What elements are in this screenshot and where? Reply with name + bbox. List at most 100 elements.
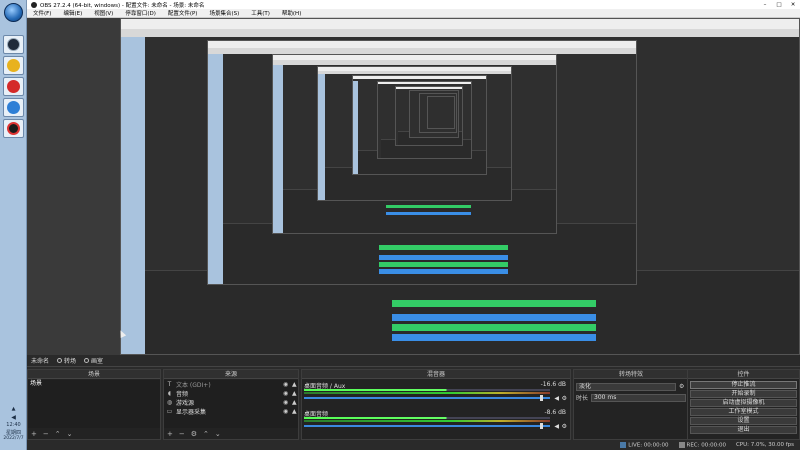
move-up-button[interactable]: ⌃ <box>55 430 61 438</box>
clock-date: 2022/7/7 <box>3 436 24 441</box>
start-virtual-camera-button[interactable]: 启动虚拟摄像机 <box>690 399 797 407</box>
source-settings-gear-icon[interactable]: ⚙ <box>191 430 197 438</box>
source-item[interactable]: ▭ 显示器采集 ◉ ▲ <box>164 407 298 416</box>
scenes-panel: 场景 场景 + − ⌃ ⌄ <box>27 369 161 440</box>
add-scene-button[interactable]: + <box>31 430 37 438</box>
scene-item[interactable]: 场景 <box>28 380 160 388</box>
mixer-channel: 桌面音频 / Aux -16.6 dB ◀ ⚙ <box>304 381 568 407</box>
preview-canvas[interactable] <box>27 18 800 355</box>
stop-streaming-button[interactable]: 停止推流 <box>690 381 797 389</box>
menu-help[interactable]: 帮助(H) <box>276 9 307 17</box>
source-item[interactable]: T 文本 (GDI+) ◉ ▲ <box>164 380 298 389</box>
lock-icon[interactable]: ▲ <box>292 399 298 406</box>
volume-meter <box>304 420 550 422</box>
eye-icon[interactable]: ◉ <box>283 381 289 388</box>
studio-toggle[interactable]: 画室 <box>84 356 103 365</box>
move-down-button[interactable]: ⌄ <box>215 430 221 438</box>
gamepad-icon: ◍ <box>166 399 173 406</box>
audio-icon: ◖ <box>167 390 172 397</box>
eye-icon[interactable]: ◉ <box>283 408 289 415</box>
move-down-button[interactable]: ⌄ <box>67 430 73 438</box>
menu-scene-collection[interactable]: 场景集合(S) <box>203 9 245 17</box>
settings-button[interactable]: 设置 <box>690 417 797 425</box>
rec-status: REC: 00:00:00 <box>678 441 726 448</box>
menu-docks[interactable]: 停靠窗口(D) <box>119 9 162 17</box>
volume-slider[interactable] <box>304 397 550 399</box>
volume-slider[interactable] <box>304 425 550 427</box>
add-source-button[interactable]: + <box>167 430 173 438</box>
system-tray: ▲ ◀ 12:40 星期四 2022/7/7 <box>0 392 27 450</box>
tray-expand-icon[interactable]: ▲ <box>0 406 27 412</box>
volume-meter <box>304 392 550 394</box>
status-bar: LIVE: 00:00:00 REC: 00:00:00 CPU: 7.0%, … <box>27 440 800 450</box>
menu-profile[interactable]: 配置文件(P) <box>162 9 204 17</box>
nested-preview <box>427 96 455 129</box>
scene-dock-bar: 未命名 转场 画室 <box>27 355 800 367</box>
volume-meter <box>304 389 550 391</box>
speaker-icon[interactable]: ◀ <box>554 395 559 402</box>
netease-music-icon[interactable] <box>3 77 24 96</box>
lock-icon[interactable]: ▲ <box>292 390 298 397</box>
eye-icon[interactable]: ◉ <box>283 390 289 397</box>
volume-slider-knob[interactable] <box>540 395 543 401</box>
start-button[interactable] <box>4 3 23 22</box>
transitions-panel: 转场特效 淡化 ⚙ 时长 300 ms <box>573 369 689 440</box>
source-item[interactable]: ◖ 音频 ◉ ▲ <box>164 389 298 398</box>
menu-file[interactable]: 文件(F) <box>27 9 57 17</box>
remove-source-button[interactable]: − <box>179 430 185 438</box>
minimize-button[interactable]: – <box>758 2 772 8</box>
maximize-button[interactable]: □ <box>772 2 786 8</box>
baidu-icon[interactable] <box>3 56 24 75</box>
lock-icon[interactable]: ▲ <box>292 408 298 415</box>
mixer-channel: 桌面音频 -8.6 dB ◀ ⚙ <box>304 409 568 435</box>
lock-icon[interactable]: ▲ <box>292 381 298 388</box>
obs-icon[interactable] <box>3 35 24 54</box>
windows-taskbar: ▲ ◀ 12:40 星期四 2022/7/7 <box>0 0 27 450</box>
remove-scene-button[interactable]: − <box>43 430 49 438</box>
mixer-header: 混音器 <box>302 370 570 379</box>
window-title: OBS 27.2.4 (64-bit, windows) - 配置文件: 未命名… <box>40 2 205 9</box>
duration-label: 时长 <box>576 395 589 402</box>
move-up-button[interactable]: ⌃ <box>203 430 209 438</box>
transition-settings-gear-icon[interactable]: ⚙ <box>679 383 686 390</box>
current-scene-name: 未命名 <box>31 358 50 365</box>
gear-icon[interactable]: ⚙ <box>562 395 567 402</box>
cloud-icon[interactable] <box>3 98 24 117</box>
menu-edit[interactable]: 编辑(E) <box>57 9 88 17</box>
duration-input[interactable]: 300 ms <box>591 393 686 402</box>
display-icon: ▭ <box>166 408 173 415</box>
channel-db: -16.6 dB <box>540 381 566 388</box>
volume-slider-knob[interactable] <box>540 423 543 429</box>
text-icon: T <box>167 381 172 388</box>
obs-window: OBS 27.2.4 (64-bit, windows) - 配置文件: 未命名… <box>27 0 800 450</box>
filter-icon <box>84 358 90 363</box>
clock-time[interactable]: 12:40 <box>0 422 27 428</box>
obs-logo-icon <box>31 1 37 8</box>
speaker-icon[interactable]: ◀ <box>554 423 559 430</box>
exit-button[interactable]: 退出 <box>690 426 797 434</box>
studio-mode-button[interactable]: 工作室模式 <box>690 408 797 416</box>
live-icon <box>620 441 627 448</box>
controls-header: 控件 <box>688 370 799 379</box>
menu-view[interactable]: 视图(V) <box>88 9 119 17</box>
gear-icon[interactable]: ⚙ <box>562 423 567 430</box>
speaker-icon[interactable]: ◀ <box>0 414 27 421</box>
scenes-header: 场景 <box>28 370 160 379</box>
title-bar: OBS 27.2.4 (64-bit, windows) - 配置文件: 未命名… <box>27 0 800 9</box>
sources-header: 来源 <box>164 370 298 379</box>
channel-db: -8.6 dB <box>544 409 566 416</box>
controls-panel: 控件 停止推流 开始录制 启动虚拟摄像机 工作室模式 设置 退出 <box>687 369 800 440</box>
audio-mixer-panel: 混音器 桌面音频 / Aux -16.6 dB ◀ ⚙ 桌面音频 -8.6 dB… <box>301 369 571 440</box>
record-icon[interactable] <box>3 119 24 138</box>
volume-meter <box>304 417 550 419</box>
sources-panel: 来源 T 文本 (GDI+) ◉ ▲ ◖ 音频 ◉ ▲ ◍ 游戏源 ◉ ▲ ▭ <box>163 369 299 440</box>
scene-transitions-toggle[interactable]: 转场 <box>57 356 76 365</box>
eye-icon[interactable]: ◉ <box>283 399 289 406</box>
live-status: LIVE: 00:00:00 <box>620 441 669 448</box>
close-button[interactable]: ✕ <box>786 2 800 8</box>
source-item[interactable]: ◍ 游戏源 ◉ ▲ <box>164 398 298 407</box>
transition-type-select[interactable]: 淡化 <box>576 382 676 391</box>
start-recording-button[interactable]: 开始录制 <box>690 390 797 398</box>
menu-tools[interactable]: 工具(T) <box>245 9 276 17</box>
rec-icon <box>678 441 685 448</box>
